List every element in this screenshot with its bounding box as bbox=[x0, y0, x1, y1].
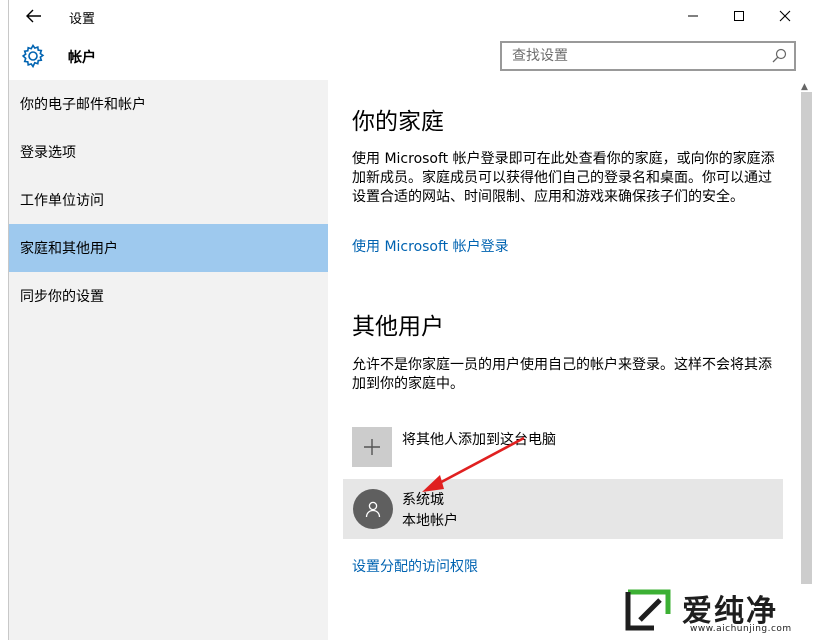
add-tile bbox=[352, 427, 392, 467]
sidebar-item-label: 同步你的设置 bbox=[20, 289, 104, 305]
sidebar-item-label: 家庭和其他用户 bbox=[20, 241, 118, 257]
family-heading: 你的家庭 bbox=[352, 109, 444, 135]
scrollbar[interactable]: ▲ bbox=[797, 80, 815, 640]
other-users-heading: 其他用户 bbox=[352, 314, 444, 340]
sidebar-item-work-access[interactable]: 工作单位访问 bbox=[9, 176, 328, 224]
window-title: 设置 bbox=[69, 12, 96, 27]
sidebar-item-label: 登录选项 bbox=[20, 145, 76, 161]
close-button[interactable] bbox=[762, 0, 808, 32]
add-other-user-button[interactable]: 将其他人添加到这台电脑 bbox=[352, 427, 556, 469]
minimize-icon bbox=[688, 15, 698, 17]
title-bar: 设置 bbox=[9, 0, 815, 32]
assigned-access-link[interactable]: 设置分配的访问权限 bbox=[352, 556, 478, 576]
watermark: 爱纯净 www.aichunjing.com bbox=[620, 584, 815, 640]
user-account-type: 本地帐户 bbox=[402, 513, 458, 529]
watermark-url: www.aichunjing.com bbox=[690, 624, 792, 634]
other-users-description: 允许不是你家庭一员的用户使用自己的帐户来登录。这样不会将其添加到你的家庭中。 bbox=[352, 357, 772, 392]
sidebar-item-sync-settings[interactable]: 同步你的设置 bbox=[9, 272, 328, 320]
scroll-thumb[interactable] bbox=[801, 92, 812, 592]
avatar bbox=[353, 489, 393, 529]
user-account-item[interactable]: 系统城 本地帐户 bbox=[343, 479, 783, 539]
scroll-up-icon[interactable]: ▲ bbox=[801, 82, 808, 92]
close-icon bbox=[779, 10, 791, 22]
sidebar-item-email-accounts[interactable]: 你的电子邮件和帐户 bbox=[9, 80, 328, 128]
sidebar-item-label: 你的电子邮件和帐户 bbox=[20, 97, 146, 113]
back-arrow-icon bbox=[26, 9, 41, 23]
plus-icon bbox=[364, 439, 380, 455]
watermark-logo-icon bbox=[625, 589, 671, 631]
back-button[interactable] bbox=[19, 4, 49, 28]
search-input[interactable] bbox=[502, 43, 762, 69]
page-title: 帐户 bbox=[68, 50, 96, 66]
main-content: 你的家庭 使用 Microsoft 帐户登录即可在此处查看你的家庭，或向你的家庭… bbox=[328, 80, 815, 640]
settings-header: 帐户 bbox=[9, 32, 815, 80]
maximize-icon bbox=[734, 11, 744, 21]
sidebar-item-sign-in-options[interactable]: 登录选项 bbox=[9, 128, 328, 176]
settings-window: 设置 帐户 你的电子邮件和帐户 bbox=[8, 0, 815, 640]
microsoft-signin-link[interactable]: 使用 Microsoft 帐户登录 bbox=[352, 236, 509, 256]
sidebar-item-label: 工作单位访问 bbox=[20, 193, 104, 209]
sidebar-nav: 你的电子邮件和帐户 登录选项 工作单位访问 家庭和其他用户 同步你的设置 bbox=[9, 80, 328, 640]
maximize-button[interactable] bbox=[716, 0, 762, 32]
sidebar-item-family-other-users[interactable]: 家庭和其他用户 bbox=[9, 224, 328, 272]
user-icon bbox=[365, 501, 381, 518]
gear-icon bbox=[21, 43, 45, 69]
annotation-arrow-icon bbox=[422, 436, 525, 492]
search-box[interactable] bbox=[500, 41, 796, 71]
search-icon[interactable] bbox=[770, 47, 788, 65]
family-description: 使用 Microsoft 帐户登录即可在此处查看你的家庭，或向你的家庭添加新成员… bbox=[352, 151, 775, 205]
minimize-button[interactable] bbox=[670, 0, 716, 32]
